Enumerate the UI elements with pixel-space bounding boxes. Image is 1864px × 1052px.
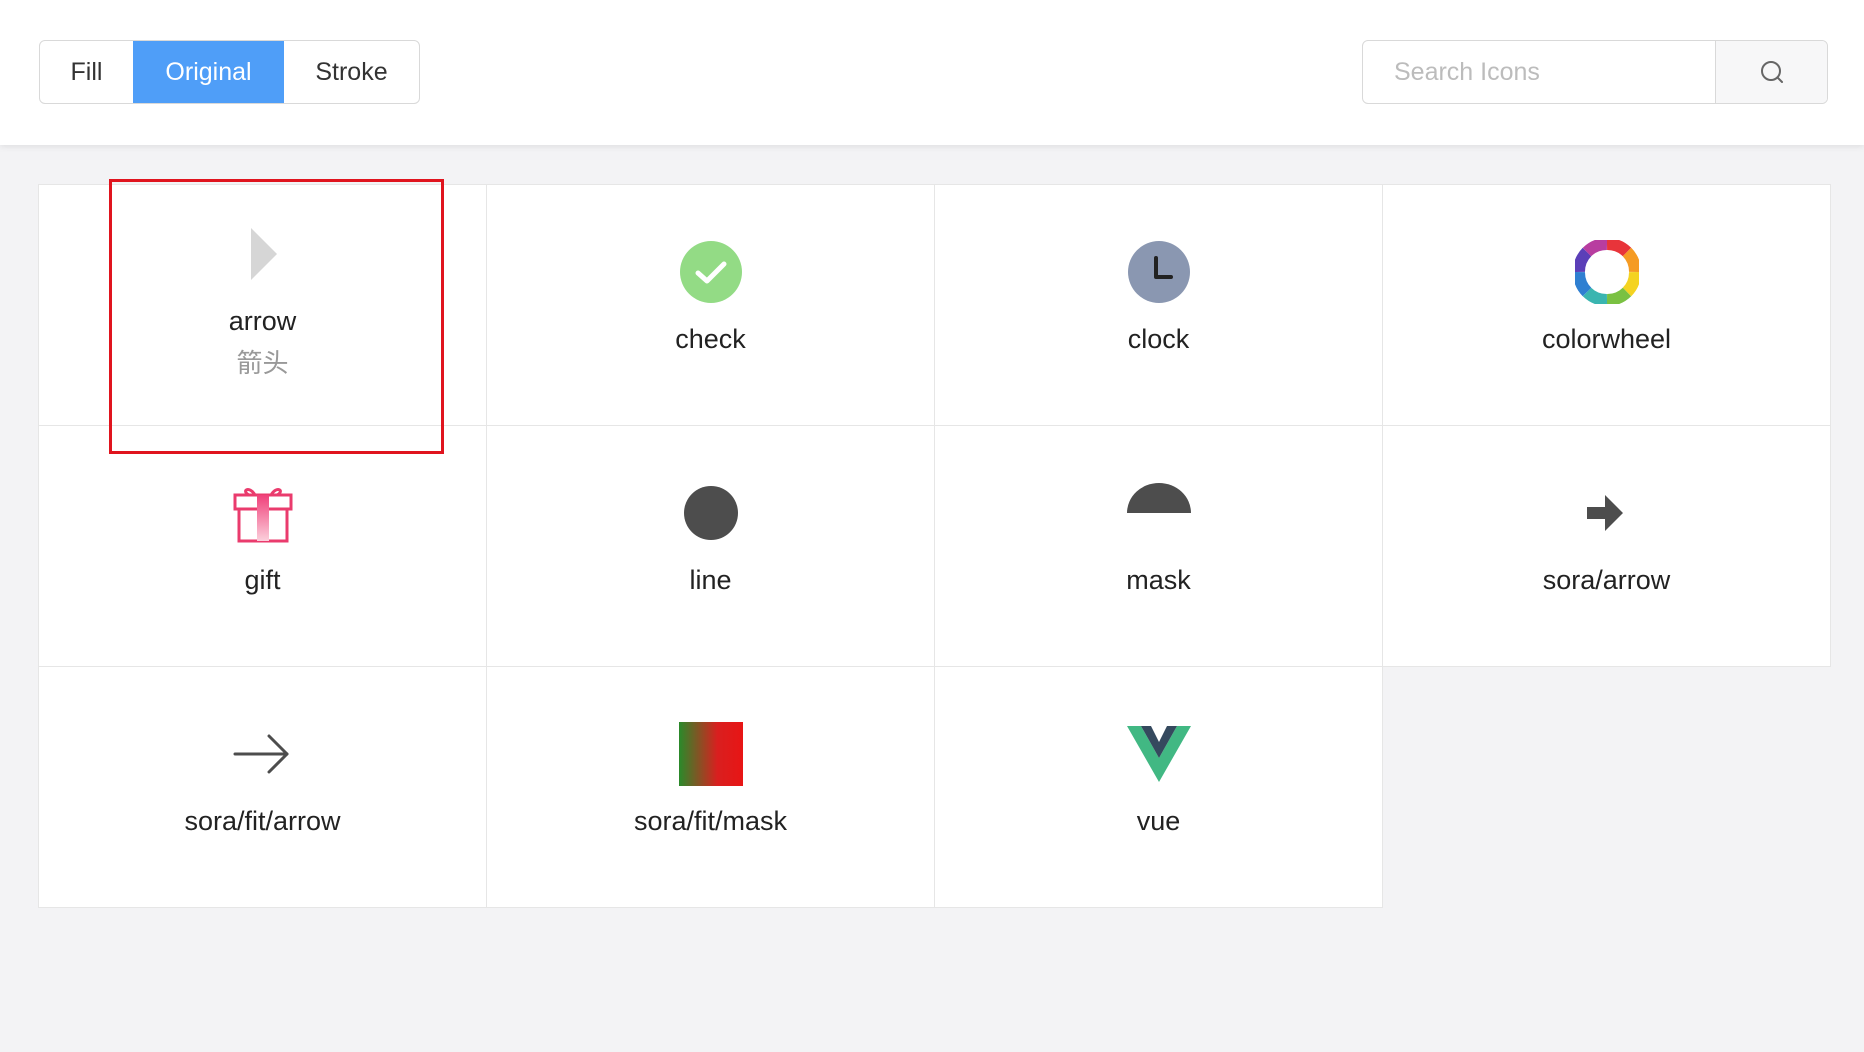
mask-icon bbox=[1126, 481, 1191, 545]
icon-name: clock bbox=[1127, 324, 1190, 354]
search-icon bbox=[1760, 61, 1783, 83]
icon-card-line[interactable]: line bbox=[486, 425, 935, 667]
gift-icon bbox=[231, 481, 295, 545]
icon-name: vue bbox=[1136, 806, 1181, 836]
search-button[interactable] bbox=[1715, 41, 1827, 103]
icon-card-sora-arrow[interactable]: sora/arrow bbox=[1382, 425, 1831, 667]
icon-name: line bbox=[689, 565, 732, 595]
tab-fill[interactable]: Fill bbox=[40, 41, 133, 103]
icon-card-sora-fit-arrow[interactable]: sora/fit/arrow bbox=[38, 666, 487, 908]
style-tabs: Fill Original Stroke bbox=[39, 40, 420, 104]
clock-icon bbox=[1127, 240, 1191, 304]
sora-fit-arrow-icon bbox=[231, 722, 295, 786]
toolbar: Fill Original Stroke bbox=[0, 0, 1864, 145]
icon-name: sora/arrow bbox=[1542, 565, 1671, 595]
arrow-icon bbox=[231, 222, 295, 286]
icon-name: sora/fit/arrow bbox=[184, 806, 341, 836]
icon-name: check bbox=[675, 324, 746, 354]
icon-name: colorwheel bbox=[1541, 324, 1672, 354]
icon-name: arrow bbox=[228, 306, 297, 336]
tab-original[interactable]: Original bbox=[133, 41, 284, 103]
line-icon bbox=[679, 481, 743, 545]
sora-arrow-icon bbox=[1575, 481, 1639, 545]
icon-card-sora-fit-mask[interactable]: sora/fit/mask bbox=[486, 666, 935, 908]
search-input[interactable] bbox=[1363, 41, 1715, 103]
icon-grid: arrow 箭头 check clock colorwheel gift lin… bbox=[38, 184, 1831, 908]
tab-stroke[interactable]: Stroke bbox=[284, 41, 419, 103]
icon-card-arrow[interactable]: arrow 箭头 bbox=[38, 184, 487, 426]
icon-card-mask[interactable]: mask bbox=[934, 425, 1383, 667]
icon-subtitle: 箭头 bbox=[236, 349, 289, 379]
icon-name: gift bbox=[244, 565, 281, 595]
icon-name: mask bbox=[1126, 565, 1191, 595]
icon-card-colorwheel[interactable]: colorwheel bbox=[1382, 184, 1831, 426]
colorwheel-icon bbox=[1574, 240, 1639, 304]
icon-card-check[interactable]: check bbox=[486, 184, 935, 426]
icon-name: sora/fit/mask bbox=[633, 806, 788, 836]
icon-card-clock[interactable]: clock bbox=[934, 184, 1383, 426]
check-icon bbox=[679, 240, 743, 304]
icon-card-gift[interactable]: gift bbox=[38, 425, 487, 667]
vue-icon bbox=[1126, 722, 1191, 786]
sora-fit-mask-icon bbox=[678, 722, 743, 786]
icon-card-vue[interactable]: vue bbox=[934, 666, 1383, 908]
search-box bbox=[1362, 40, 1828, 104]
